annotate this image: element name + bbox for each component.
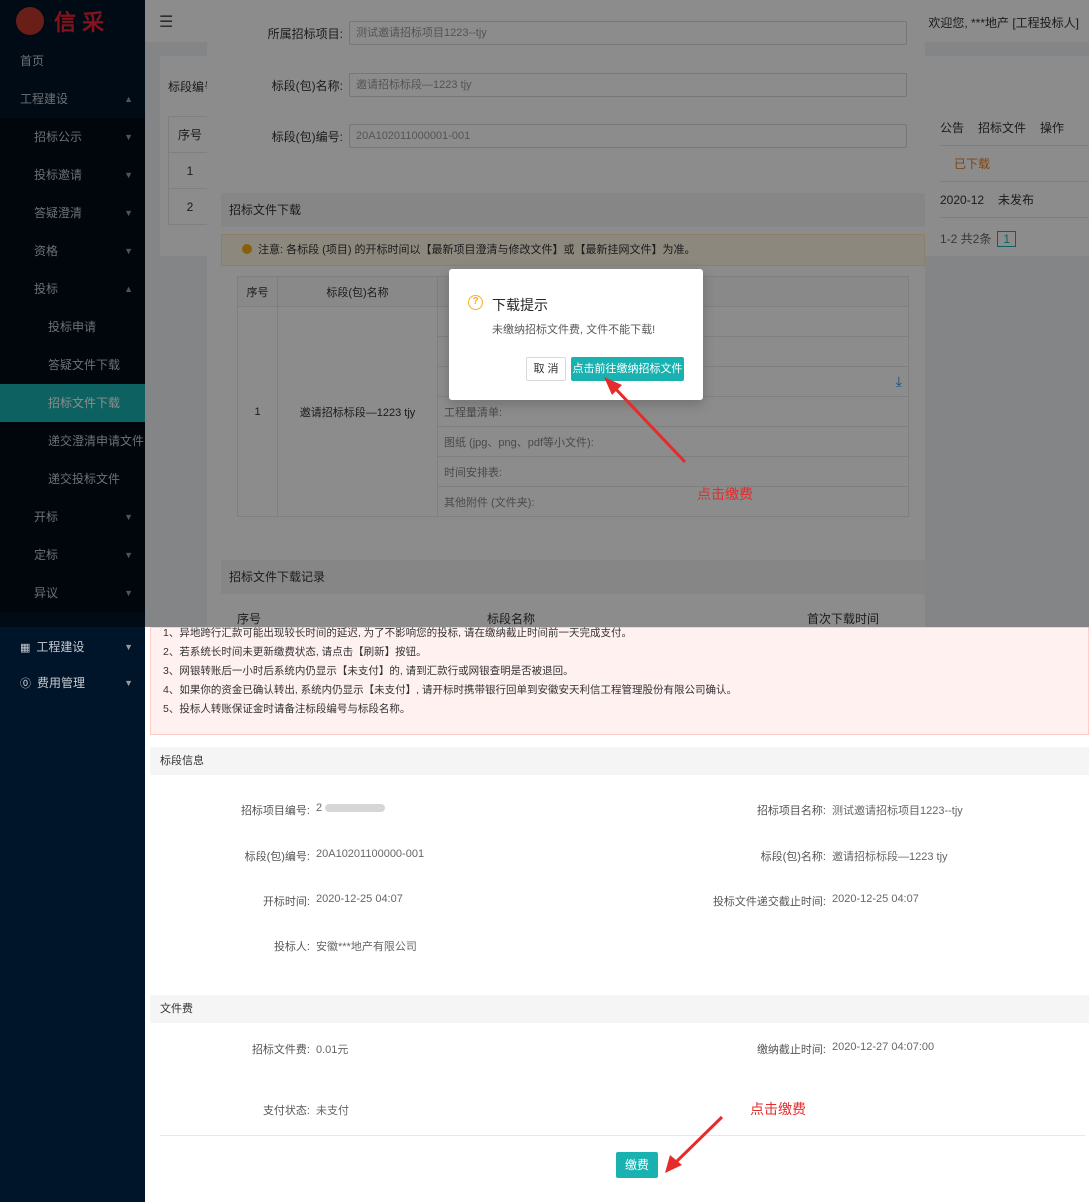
chevron-down-icon: ▼ bbox=[124, 642, 133, 652]
annotation-arrow bbox=[604, 377, 687, 464]
sidebar-item-label: 费用管理 bbox=[37, 676, 86, 690]
main-content: 1、异地跨行汇款可能出现较长时间的延迟, 为了不影响您的投标, 请在缴纳截止时间… bbox=[150, 627, 1089, 1202]
bottom-screenshot: ▦ 工程建设 ▼ ⓪ 费用管理 ▼ 1、异地跨行汇款可能出现较长时间的延迟, 为了不影响… bbox=[0, 627, 1089, 1202]
annotation-text: 点击缴费 bbox=[697, 486, 753, 502]
annotation-text: 点击缴费 bbox=[750, 1101, 806, 1117]
building-icon: ▦ bbox=[20, 642, 31, 654]
sidebar-item-engineering[interactable]: ▦ 工程建设 ▼ bbox=[0, 629, 145, 665]
top-screenshot: 信 采 首页 工程建设 ▲ 招标公示 ▼ 投标邀请 ▼ 答疑澄清 ▼ 资格 ▼ 投标 ▲ 投标申请 答疑文件… bbox=[0, 0, 1089, 627]
sidebar-item-label: 工程建设 bbox=[36, 640, 85, 654]
chevron-down-icon: ▼ bbox=[124, 678, 133, 688]
sidebar-item-fee-management[interactable]: ⓪ 费用管理 ▼ bbox=[0, 665, 145, 701]
money-icon: ⓪ bbox=[20, 678, 31, 690]
annotation-arrow bbox=[665, 1115, 724, 1173]
sidebar: ▦ 工程建设 ▼ ⓪ 费用管理 ▼ bbox=[0, 627, 145, 1202]
